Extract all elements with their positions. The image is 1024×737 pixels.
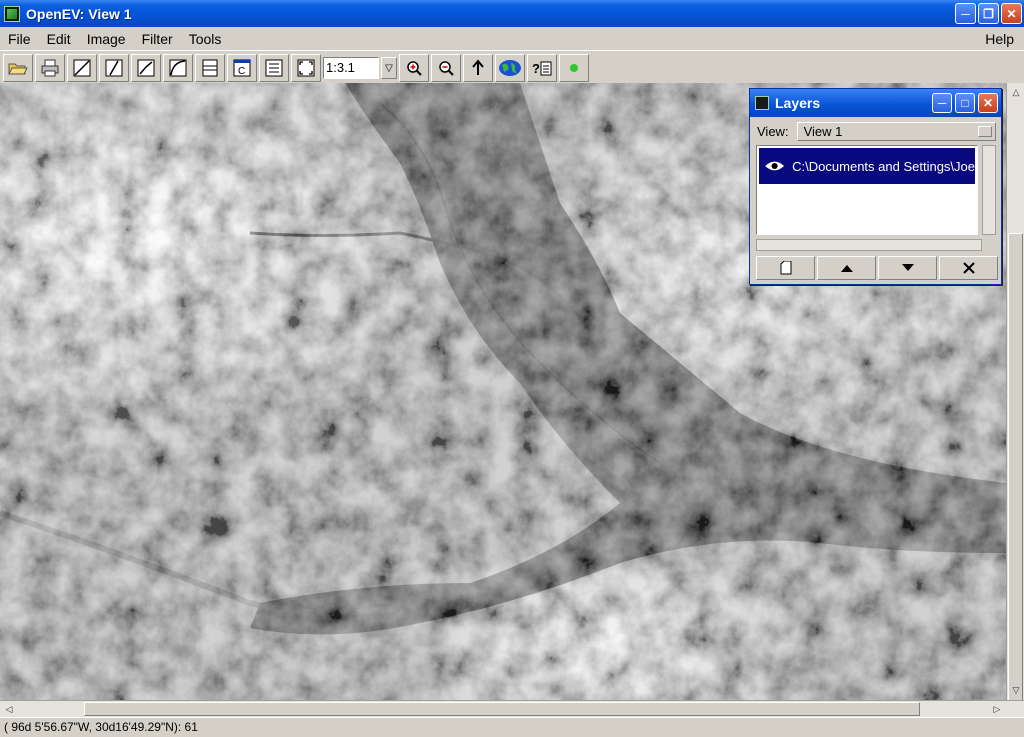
horizontal-scrollbar[interactable]: ◁ ▷ [0, 700, 1024, 717]
delete-layer-icon [962, 262, 975, 274]
layers-close-button[interactable]: ✕ [978, 93, 998, 113]
scroll-left-arrow-icon[interactable]: ◁ [2, 702, 16, 716]
globe-icon [499, 60, 521, 76]
menu-help[interactable]: Help [985, 31, 1014, 47]
menu-file[interactable]: File [0, 31, 39, 47]
draw-point-button[interactable] [67, 54, 97, 82]
zoom-in-icon [407, 61, 422, 76]
new-layer-button[interactable] [756, 256, 815, 280]
raster-icon: C [233, 59, 251, 77]
menu-edit[interactable]: Edit [39, 31, 79, 47]
layer-list-vscroll[interactable] [982, 145, 996, 235]
indicator-button[interactable] [559, 54, 589, 82]
zoom-dropdown-button[interactable]: ▽ [381, 57, 397, 79]
select-button[interactable] [195, 54, 225, 82]
svg-text:?: ? [532, 61, 540, 76]
status-bar: ( 96d 5'56.67"W, 30d16'49.29"N): 61 [0, 717, 1024, 737]
list-icon [265, 59, 283, 77]
print-button[interactable] [35, 54, 65, 82]
visibility-eye-icon[interactable] [765, 159, 784, 173]
minimize-button[interactable]: ─ [955, 3, 976, 24]
vertical-scrollbar[interactable]: △ ▽ [1006, 83, 1024, 737]
move-down-button[interactable] [878, 256, 937, 280]
zoom-ratio-field[interactable]: 1:3.1 [323, 57, 379, 79]
move-up-button[interactable] [817, 256, 876, 280]
layers-app-icon [755, 96, 769, 110]
scroll-up-arrow-icon[interactable]: △ [1009, 85, 1023, 99]
view-select[interactable]: View 1 [796, 121, 996, 141]
draw-polygon-button[interactable] [131, 54, 161, 82]
layers-minimize-button[interactable]: ─ [932, 93, 952, 113]
layers-titlebar[interactable]: Layers ─ □ ✕ [750, 89, 1001, 117]
help-button[interactable]: ? [527, 54, 557, 82]
view-select-value: View 1 [803, 123, 843, 139]
new-layer-icon [780, 261, 791, 275]
menu-image[interactable]: Image [79, 31, 134, 47]
raster-button[interactable]: C [227, 54, 257, 82]
menu-tools[interactable]: Tools [181, 31, 230, 47]
indicator-icon [570, 64, 578, 72]
horizontal-scroll-thumb[interactable] [84, 702, 920, 716]
draw-line-button[interactable] [99, 54, 129, 82]
draw-point-icon [73, 59, 91, 77]
vertical-scroll-thumb[interactable] [1008, 233, 1023, 737]
delete-layer-button[interactable] [939, 256, 998, 280]
scroll-right-arrow-icon[interactable]: ▷ [990, 702, 1004, 716]
scroll-down-arrow-icon[interactable]: ▽ [1009, 683, 1023, 697]
app-icon [4, 5, 20, 22]
zoom-out-icon [439, 61, 454, 76]
window-titlebar[interactable]: OpenEV: View 1 ─ ❐ ✕ [0, 0, 1024, 27]
layers-maximize-button[interactable]: □ [955, 93, 975, 113]
layers-title: Layers [775, 95, 821, 111]
layer-list-hscroll[interactable] [756, 239, 982, 251]
view-label: View: [757, 123, 789, 139]
fit-icon [297, 59, 315, 77]
up-arrow-icon [472, 59, 484, 75]
layer-item[interactable]: C:\Documents and Settings\Joe [759, 148, 975, 184]
zoom-in-button[interactable] [399, 54, 429, 82]
draw-arc-icon [169, 59, 187, 77]
open-icon [8, 63, 28, 75]
fit-button[interactable] [291, 54, 321, 82]
open-button[interactable] [3, 54, 33, 82]
restore-button[interactable]: ❐ [978, 3, 999, 24]
view-dropdown-icon[interactable] [977, 125, 992, 137]
svg-text:C: C [238, 66, 245, 77]
window-title: OpenEV: View 1 [26, 5, 132, 22]
move-down-icon [901, 264, 914, 271]
print-icon [41, 59, 59, 77]
globe-button[interactable] [495, 54, 525, 82]
draw-line-icon [105, 59, 123, 77]
help-icon: ? [532, 61, 552, 76]
menu-filter[interactable]: Filter [134, 31, 181, 47]
draw-polygon-icon [137, 59, 155, 77]
layer-path: C:\Documents and Settings\Joe [792, 158, 975, 174]
layer-list: C:\Documents and Settings\Joe [756, 145, 978, 235]
close-button[interactable]: ✕ [1001, 3, 1022, 24]
zoom-out-button[interactable] [431, 54, 461, 82]
toolbar: C 1:3.1 ▽ ? [0, 53, 1024, 83]
list-button[interactable] [259, 54, 289, 82]
move-up-icon [840, 265, 853, 272]
layers-dialog: Layers ─ □ ✕ View: View 1 C:\Documents a… [749, 88, 1002, 285]
select-icon [202, 59, 218, 77]
up-button[interactable] [463, 54, 493, 82]
draw-arc-button[interactable] [163, 54, 193, 82]
menu-bar: File Edit Image Filter Tools Help [0, 27, 1024, 51]
